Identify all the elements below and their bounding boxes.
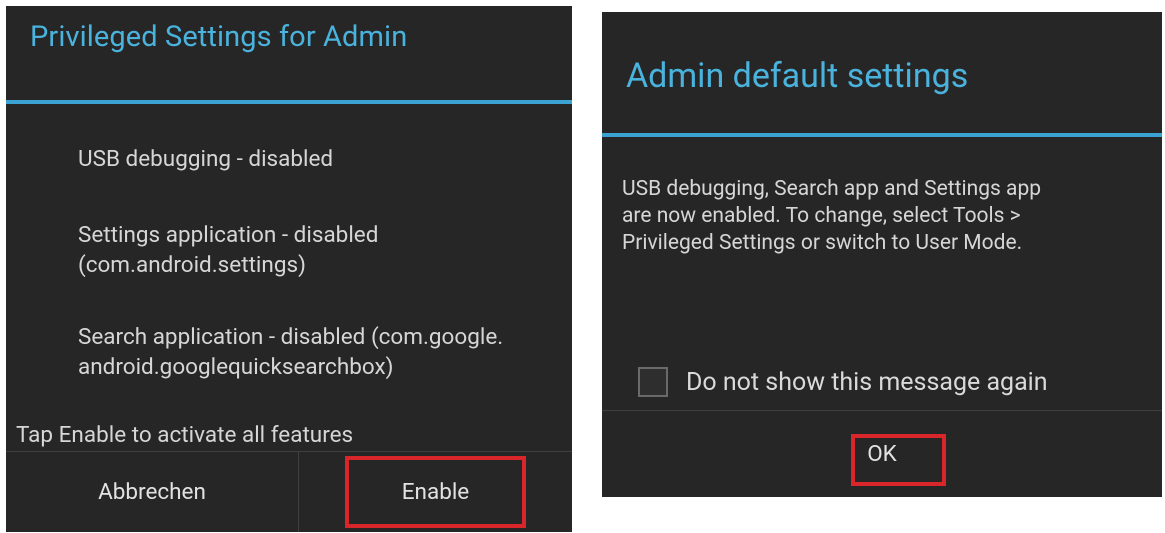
- setting-item-text: Settings application - disabled: [78, 222, 379, 248]
- enable-button[interactable]: Enable: [299, 452, 572, 532]
- dialog-message: USB debugging, Search app and Settings a…: [622, 176, 1162, 257]
- setting-item-text: USB debugging - disabled: [78, 146, 334, 172]
- setting-item-search-app: Search application - disabled (com.googl…: [78, 322, 503, 382]
- message-line: are now enabled. To change, select Tools…: [622, 204, 1021, 228]
- ok-button[interactable]: OK: [602, 411, 1162, 497]
- setting-item-package: (com.android.settings): [78, 252, 306, 278]
- title-divider: [6, 100, 572, 104]
- admin-default-settings-dialog: Admin default settings USB debugging, Se…: [602, 12, 1162, 497]
- enable-hint: Tap Enable to activate all features: [16, 422, 354, 448]
- setting-item-settings-app: Settings application - disabled (com.and…: [78, 220, 378, 280]
- privileged-settings-dialog: Privileged Settings for Admin USB debugg…: [6, 6, 572, 532]
- message-line: USB debugging, Search app and Settings a…: [622, 177, 1042, 201]
- dialog-title: Privileged Settings for Admin: [30, 20, 408, 54]
- setting-item-usb-debugging: USB debugging - disabled: [78, 144, 333, 174]
- title-divider: [602, 133, 1162, 137]
- cancel-button[interactable]: Abbrechen: [6, 452, 298, 532]
- dialog-title: Admin default settings: [626, 56, 969, 96]
- dont-show-again-label: Do not show this message again: [686, 367, 1048, 397]
- dont-show-again-row[interactable]: Do not show this message again: [638, 362, 1048, 402]
- message-line: Privileged Settings or switch to User Mo…: [622, 231, 1023, 255]
- setting-item-package: android.googlequicksearchbox): [78, 354, 394, 380]
- dont-show-again-checkbox[interactable]: [638, 367, 668, 397]
- setting-item-text: Search application - disabled (com.googl…: [78, 324, 504, 350]
